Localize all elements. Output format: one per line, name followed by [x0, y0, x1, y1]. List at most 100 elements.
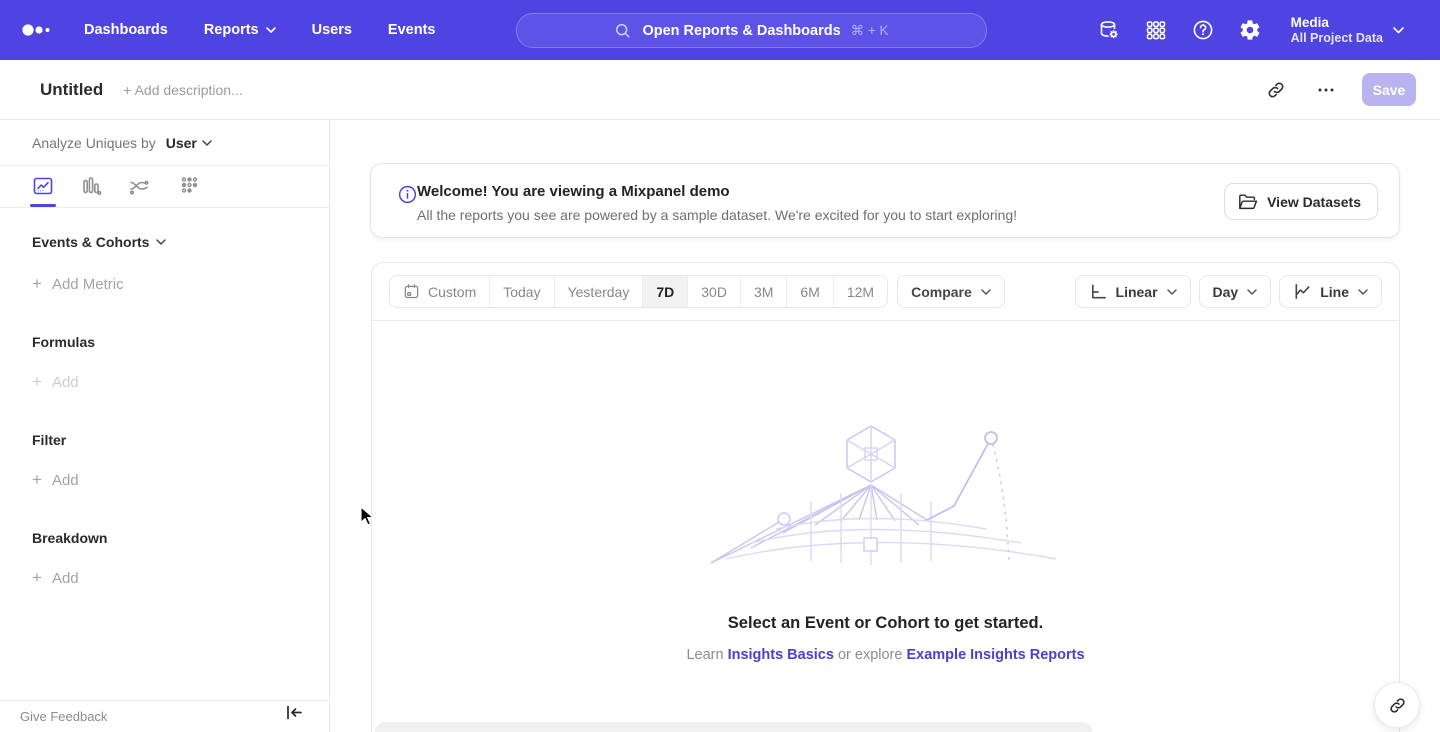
add-filter-label: Add	[52, 472, 79, 489]
top-navigation-bar: Dashboards Reports Users Events Open Rep…	[0, 0, 1440, 60]
date-range-12m[interactable]: 12M	[833, 276, 887, 307]
insights-basics-link[interactable]: Insights Basics	[728, 647, 834, 663]
date-range-label: 7D	[656, 284, 674, 300]
nav-dashboards[interactable]: Dashboards	[84, 22, 168, 38]
nav-dashboards-label: Dashboards	[84, 22, 168, 38]
save-button[interactable]: Save	[1362, 73, 1416, 106]
topnav-right: Media All Project Data	[1097, 0, 1404, 60]
events-cohorts-header[interactable]: Events & Cohorts	[32, 234, 329, 250]
tab-flows[interactable]	[126, 166, 152, 206]
chart-display-controls: Linear Day Line	[1075, 275, 1382, 308]
project-selector[interactable]: Media All Project Data	[1291, 14, 1404, 46]
nav-users[interactable]: Users	[312, 22, 352, 38]
date-range-3m[interactable]: 3M	[740, 276, 786, 307]
chevron-down-icon	[156, 239, 166, 245]
give-feedback-link[interactable]: Give Feedback	[20, 709, 107, 724]
nav-reports[interactable]: Reports	[204, 22, 276, 38]
folder-icon	[1238, 193, 1258, 211]
share-link-floating-button[interactable]	[1374, 682, 1420, 728]
bottom-panel-edge	[375, 722, 1092, 732]
scale-label: Linear	[1116, 284, 1158, 300]
report-title[interactable]: Untitled	[40, 80, 103, 100]
scale-button[interactable]: Linear	[1075, 275, 1191, 308]
chevron-down-icon	[202, 140, 212, 146]
insights-line-icon	[31, 174, 55, 198]
settings-gear-icon[interactable]	[1238, 18, 1262, 42]
analyze-label: Analyze Uniques by	[32, 135, 156, 151]
tab-bar-chart[interactable]	[78, 166, 104, 206]
nav-users-label: Users	[312, 22, 352, 38]
date-range-6m[interactable]: 6M	[786, 276, 832, 307]
date-range-yesterday[interactable]: Yesterday	[554, 276, 643, 307]
chevron-down-icon	[1167, 289, 1177, 295]
collapse-sidebar-icon[interactable]	[286, 705, 303, 720]
add-breakdown-button[interactable]: + Add	[32, 568, 329, 588]
plus-icon: +	[32, 470, 42, 490]
insights-report-card: Custom Today Yesterday 7D 30D 3M 6M 12M …	[371, 262, 1400, 732]
add-filter-button[interactable]: + Add	[32, 470, 329, 490]
events-cohorts-label: Events & Cohorts	[32, 234, 149, 250]
global-search[interactable]: Open Reports & Dashboards ⌘ + K	[516, 13, 987, 48]
date-range-today[interactable]: Today	[489, 276, 553, 307]
empty-state-illustration	[681, 421, 1091, 576]
chart-controls: Custom Today Yesterday 7D 30D 3M 6M 12M …	[372, 263, 1399, 321]
report-header: Untitled + Add description... Save	[0, 60, 1440, 120]
formulas-header: Formulas	[32, 334, 329, 350]
date-range-label: Today	[503, 284, 540, 300]
chart-type-button[interactable]: Line	[1279, 275, 1382, 308]
add-formula-label: Add	[52, 374, 79, 391]
plus-icon: +	[32, 372, 42, 392]
help-icon[interactable]	[1191, 18, 1215, 42]
mixpanel-logo[interactable]	[22, 23, 54, 37]
project-scope: All Project Data	[1291, 31, 1383, 46]
more-options-icon[interactable]	[1312, 76, 1340, 104]
analyze-value-dropdown[interactable]: User	[166, 135, 212, 151]
filter-label: Filter	[32, 432, 66, 448]
date-range-segmented-control: Custom Today Yesterday 7D 30D 3M 6M 12M	[389, 275, 888, 308]
compare-label: Compare	[911, 284, 972, 300]
learn-prefix: Learn	[686, 647, 723, 663]
date-range-label: Custom	[428, 284, 476, 300]
banner-title: Welcome! You are viewing a Mixpanel demo	[417, 183, 730, 200]
add-metric-button[interactable]: + Add Metric	[32, 274, 329, 294]
search-icon	[614, 22, 632, 40]
plus-icon: +	[32, 274, 42, 294]
chevron-down-icon	[1358, 289, 1368, 295]
flows-icon	[127, 174, 151, 198]
date-range-30d[interactable]: 30D	[687, 276, 740, 307]
view-datasets-button[interactable]: View Datasets	[1224, 183, 1378, 220]
linear-scale-icon	[1089, 282, 1108, 301]
primary-nav: Dashboards Reports Users Events	[84, 22, 435, 38]
link-icon	[1388, 696, 1407, 715]
report-description-placeholder[interactable]: + Add description...	[123, 82, 242, 98]
compare-button[interactable]: Compare	[897, 275, 1005, 308]
breakdown-label: Breakdown	[32, 530, 107, 546]
apps-grid-icon[interactable]	[1144, 18, 1168, 42]
add-formula-button[interactable]: + Add	[32, 372, 329, 392]
copy-link-icon[interactable]	[1262, 76, 1290, 104]
report-header-actions: Save	[1262, 73, 1416, 106]
nav-events-label: Events	[388, 22, 436, 38]
date-range-label: 12M	[847, 284, 874, 300]
sidebar-footer: Give Feedback	[0, 700, 329, 732]
add-metric-label: Add Metric	[52, 276, 124, 293]
example-insights-reports-link[interactable]: Example Insights Reports	[906, 647, 1084, 663]
date-range-7d[interactable]: 7D	[642, 276, 687, 307]
date-range-label: 6M	[800, 284, 819, 300]
date-range-custom[interactable]: Custom	[390, 276, 489, 307]
filter-header: Filter	[32, 432, 329, 448]
tab-metrics-grid[interactable]	[174, 166, 200, 206]
empty-state: Select an Event or Cohort to get started…	[372, 321, 1399, 732]
plus-icon: +	[32, 568, 42, 588]
tab-insights-line[interactable]	[30, 166, 56, 206]
breakdown-header: Breakdown	[32, 530, 329, 546]
date-range-label: Yesterday	[568, 284, 630, 300]
welcome-banner: Welcome! You are viewing a Mixpanel demo…	[370, 163, 1400, 238]
data-management-icon[interactable]	[1097, 18, 1121, 42]
interval-button[interactable]: Day	[1199, 275, 1272, 308]
chevron-down-icon	[1393, 27, 1404, 34]
nav-events[interactable]: Events	[388, 22, 436, 38]
info-icon	[397, 184, 418, 205]
line-chart-icon	[1293, 282, 1312, 301]
date-range-label: 3M	[754, 284, 773, 300]
